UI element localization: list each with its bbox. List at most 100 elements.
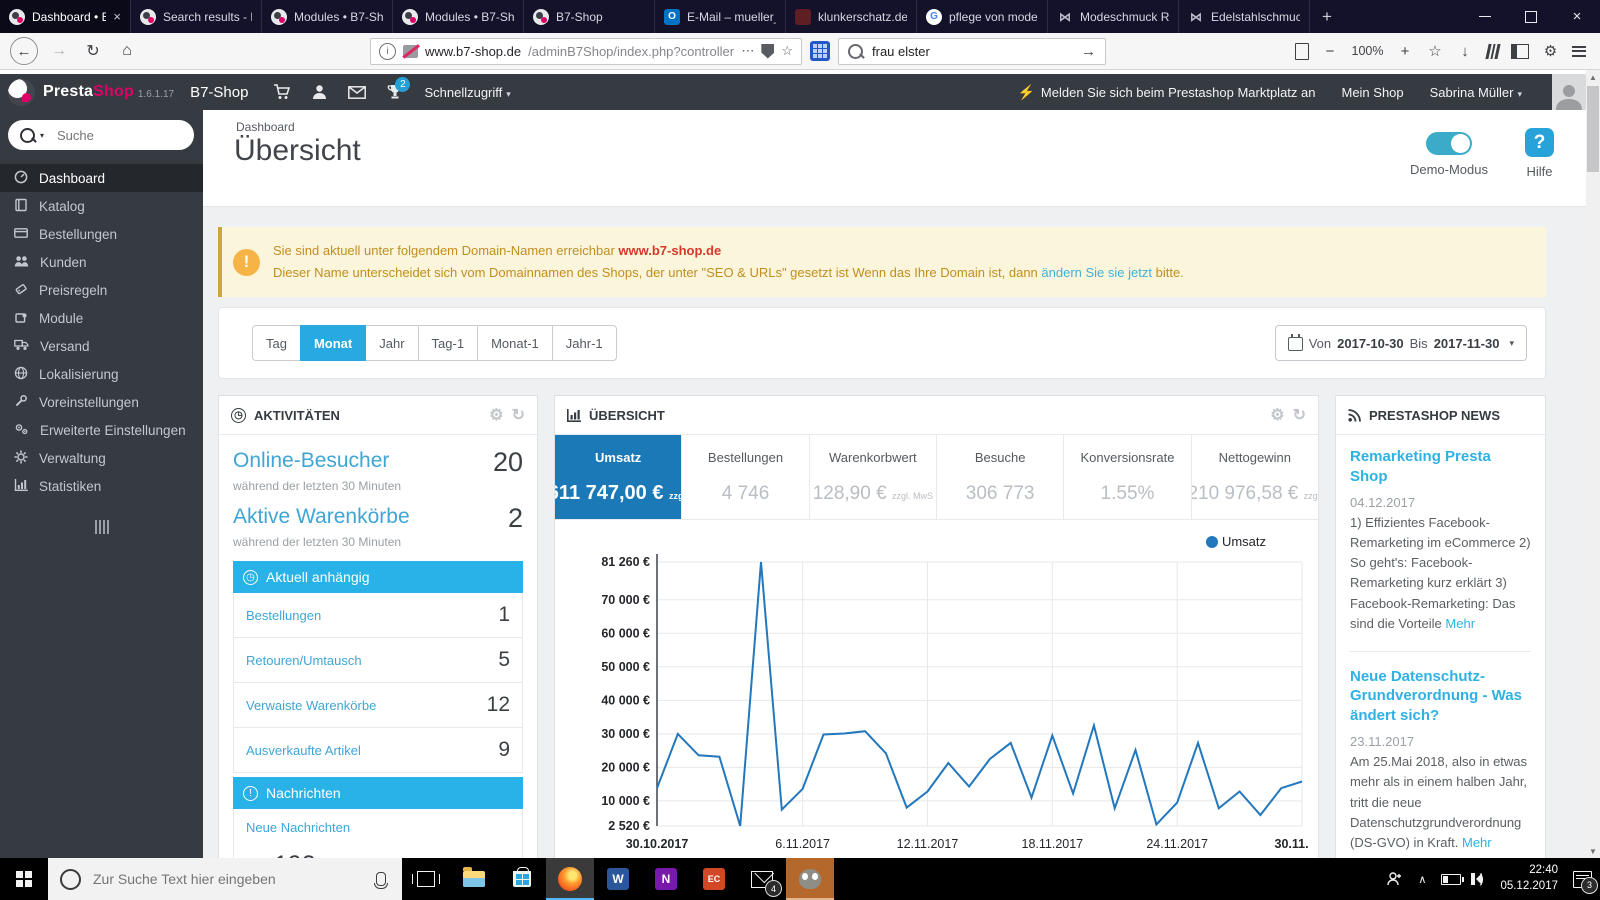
people-icon[interactable]: [1387, 872, 1403, 886]
filter-tab-monat[interactable]: Monat: [299, 325, 367, 361]
taskbar-search[interactable]: [48, 858, 402, 900]
gear-icon[interactable]: ⚙: [489, 405, 503, 425]
sidebar-item-lokalisierung[interactable]: Lokalisierung: [0, 360, 203, 388]
browser-tab[interactable]: Search results - Pre: [131, 0, 262, 33]
browser-tab[interactable]: Modules • B7-Sho: [393, 0, 524, 33]
word-button[interactable]: W: [594, 858, 642, 900]
avatar[interactable]: [1552, 74, 1586, 110]
kpi-tile-konversionsrate[interactable]: Konversionsrate 1.55%: [1064, 435, 1192, 519]
tab-close-icon[interactable]: ×: [113, 9, 121, 24]
url-bar[interactable]: i www.b7-shop.de /adminB7Shop/index.php?…: [370, 37, 802, 65]
sidebar-item-erweiterte-einstellungen[interactable]: Erweiterte Einstellungen: [0, 416, 203, 444]
sidebar-item-statistiken[interactable]: Statistiken: [0, 472, 203, 500]
cart-icon[interactable]: [262, 84, 300, 100]
pending-row-link[interactable]: Verwaiste Warenkörbe: [246, 698, 376, 713]
library-icon[interactable]: [1484, 43, 1500, 59]
browser-tab[interactable]: Modules • B7-Sho: [262, 0, 393, 33]
settings-icon[interactable]: ⚙: [1542, 43, 1559, 60]
prestashop-logo[interactable]: [8, 78, 35, 106]
sidebar-item-module[interactable]: Module: [0, 304, 203, 332]
action-center-button[interactable]: 3: [1573, 870, 1598, 894]
site-info-icon[interactable]: i: [379, 42, 396, 60]
zoom-in-button[interactable]: +: [1397, 43, 1414, 60]
kpi-tile-besuche[interactable]: Besuche 306 773: [937, 435, 1065, 519]
user-menu[interactable]: Sabrina Müller ▾: [1430, 85, 1522, 100]
filter-tab-tag-1[interactable]: Tag-1: [417, 325, 479, 361]
mail-icon[interactable]: [338, 85, 376, 99]
sidebar-item-katalog[interactable]: Katalog: [0, 192, 203, 220]
back-button[interactable]: ←: [10, 37, 38, 65]
sidebar-search-input[interactable]: [55, 126, 160, 144]
browser-tab[interactable]: ⋈ Modeschmuck Re: [1048, 0, 1179, 33]
save-page-icon[interactable]: [1294, 42, 1309, 60]
refresh-icon[interactable]: ↻: [512, 405, 525, 425]
browser-tab[interactable]: klunkerschatz.de -: [786, 0, 917, 33]
pocket-icon[interactable]: [761, 43, 775, 59]
taskbar-search-input[interactable]: [91, 870, 366, 888]
change-domain-link[interactable]: ändern Sie sie jetzt: [1041, 265, 1152, 280]
file-explorer-button[interactable]: [450, 858, 498, 900]
battery-icon[interactable]: [1441, 873, 1465, 885]
onenote-button[interactable]: N: [642, 858, 690, 900]
scrollbar-thumb[interactable]: [1587, 86, 1599, 172]
news-more-link[interactable]: Mehr: [1462, 835, 1492, 850]
sidebar-item-bestellungen[interactable]: Bestellungen: [0, 220, 203, 248]
browser-tab[interactable]: B7-Shop: [524, 0, 655, 33]
scroll-up-arrow[interactable]: ▲: [1586, 70, 1600, 84]
date-range-picker[interactable]: Von 2017-10-30 Bis 2017-11-30 ▾: [1274, 325, 1527, 361]
sidebar-item-kunden[interactable]: Kunden: [0, 248, 203, 276]
quick-access-menu[interactable]: Schnellzugriff ▾: [424, 85, 510, 100]
sidebar-collapse-handle[interactable]: [91, 520, 113, 534]
browser-search-field[interactable]: →: [838, 37, 1106, 65]
kpi-tile-warenkorbwert[interactable]: Warenkorbwert 128,90 € zzgl. MwS: [810, 435, 937, 519]
active-carts-link[interactable]: Aktive Warenkörbe: [233, 505, 410, 529]
zoom-out-button[interactable]: −: [1322, 43, 1339, 60]
sidebar-item-dashboard[interactable]: Dashboard: [0, 164, 203, 192]
browser-tab[interactable]: Dashboard • B7 ×: [0, 0, 131, 33]
shop-name[interactable]: B7-Shop: [190, 84, 248, 101]
new-tab-button[interactable]: +: [1310, 0, 1344, 33]
sidebar-item-voreinstellungen[interactable]: Voreinstellungen: [0, 388, 203, 416]
marketplace-link[interactable]: ⚡ Melden Sie sich beim Prestashop Marktpl…: [1017, 84, 1315, 101]
filter-tab-jahr-1[interactable]: Jahr-1: [551, 325, 617, 361]
sidebar-item-preisregeln[interactable]: Preisregeln: [0, 276, 203, 304]
sidebar-item-verwaltung[interactable]: Verwaltung: [0, 444, 203, 472]
demo-mode-toggle[interactable]: [1425, 132, 1472, 155]
grid-bookmark-icon[interactable]: [810, 41, 830, 61]
pending-row-link[interactable]: Retouren/Umtausch: [246, 653, 362, 668]
kpi-tile-nettogewinn[interactable]: Nettogewinn 210 976,58 € zzgl.: [1192, 435, 1318, 519]
restore-button[interactable]: [1508, 0, 1554, 33]
filter-tab-monat-1[interactable]: Monat-1: [477, 325, 553, 361]
pending-row-link[interactable]: Ausverkaufte Artikel: [246, 743, 361, 758]
bookmark-star-icon[interactable]: ☆: [781, 43, 793, 59]
menu-icon[interactable]: [1572, 45, 1586, 57]
search-input[interactable]: [870, 42, 1074, 60]
minimize-button[interactable]: [1462, 0, 1508, 33]
customers-icon[interactable]: [300, 84, 338, 100]
news-article-title[interactable]: Remarketing Presta Shop: [1350, 447, 1531, 486]
browser-tab[interactable]: O E-Mail – mueller_s: [655, 0, 786, 33]
filter-tab-jahr[interactable]: Jahr: [365, 325, 419, 361]
online-visitors-link[interactable]: Online-Besucher: [233, 449, 389, 473]
task-view-button[interactable]: [402, 858, 450, 900]
microsoft-store-button[interactable]: [498, 858, 546, 900]
breadcrumb[interactable]: Dashboard: [236, 120, 295, 134]
my-shop-link[interactable]: Mein Shop: [1341, 85, 1403, 100]
ec-app-button[interactable]: EC: [690, 858, 738, 900]
plugin-blocked-icon[interactable]: [403, 44, 418, 58]
sidebar-item-versand[interactable]: Versand: [0, 332, 203, 360]
refresh-icon[interactable]: ↻: [1293, 405, 1306, 425]
microphone-icon[interactable]: [374, 872, 388, 889]
umsatz-line-chart[interactable]: 2 520 € 10 000 € 20 000 € 30 000 € 40 000 € 5…: [561, 524, 1330, 856]
close-button[interactable]: ×: [1554, 0, 1600, 33]
kpi-tile-umsatz[interactable]: Umsatz 611 747,00 € zzgl.: [555, 435, 683, 519]
browser-tab[interactable]: ⋈ Edelstahlschmuck: [1179, 0, 1310, 33]
bookmarks-menu-icon[interactable]: ☆: [1427, 43, 1444, 60]
scroll-down-arrow[interactable]: ▼: [1586, 844, 1600, 858]
sidebar-search[interactable]: ▾: [8, 120, 194, 150]
reload-button[interactable]: ↻: [80, 38, 106, 64]
zoom-level[interactable]: 100%: [1352, 44, 1384, 58]
page-scrollbar[interactable]: ▲ ▼: [1586, 70, 1600, 858]
trophy-icon[interactable]: 2: [376, 77, 414, 100]
filter-tab-tag[interactable]: Tag: [252, 325, 301, 361]
